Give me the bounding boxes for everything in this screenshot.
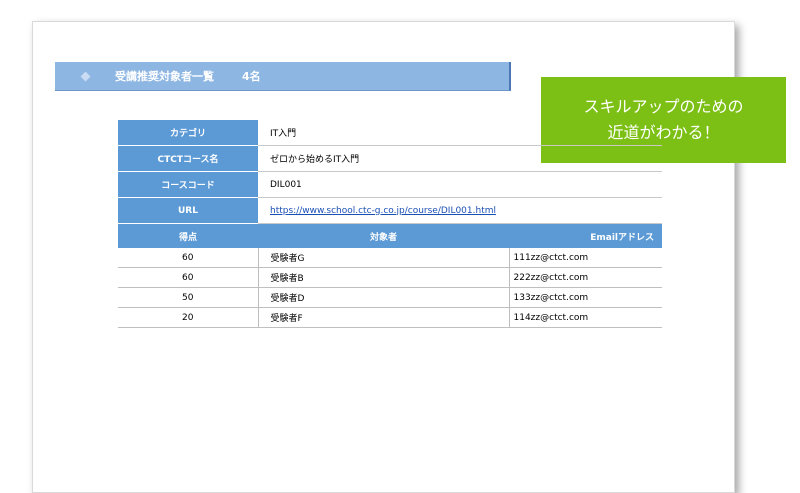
info-row-course-code: コースコード DIL001 (118, 171, 662, 198)
course-table: カテゴリ IT入門 CTCTコース名 ゼロから始めるIT入門 コースコード DI… (118, 120, 662, 328)
diamond-icon (80, 71, 91, 81)
table-row: 60 受験者G 111zz@ctct.com (118, 248, 662, 268)
name-cell: 受験者G (257, 248, 509, 268)
score-cell: 20 (118, 307, 258, 328)
email-cell: 114zz@ctct.com (508, 307, 662, 328)
banner-title: 受講推奨対象者一覧 (115, 70, 214, 83)
course-url-link[interactable]: https://www.school.ctc-g.co.jp/course/DI… (270, 206, 496, 216)
banner-count: 4名 (242, 70, 261, 83)
column-header-score: 得点 (118, 223, 258, 248)
table-header: 得点 対象者 Emailアドレス (118, 223, 662, 248)
info-label: コースコード (118, 171, 258, 198)
info-value: DIL001 (258, 171, 662, 198)
info-label: URL (118, 197, 258, 224)
column-header-email: Emailアドレス (509, 223, 662, 248)
info-row-course-name: CTCTコース名 ゼロから始めるIT入門 (118, 145, 662, 172)
table-row: 50 受験者D 133zz@ctct.com (118, 287, 662, 308)
info-label: カテゴリ (118, 120, 258, 146)
info-value: ゼロから始めるIT入門 (258, 145, 662, 172)
score-cell: 50 (118, 287, 258, 308)
info-value: https://www.school.ctc-g.co.jp/course/DI… (258, 197, 662, 224)
score-cell: 60 (118, 267, 258, 288)
section-banner: 受講推奨対象者一覧 4名 (55, 62, 511, 91)
name-cell: 受験者F (257, 307, 509, 328)
score-cell: 60 (118, 248, 258, 268)
email-cell: 133zz@ctct.com (508, 287, 662, 308)
info-label: CTCTコース名 (118, 145, 258, 172)
column-header-name: 対象者 (258, 223, 509, 248)
callout-line-1: スキルアップのための (583, 97, 744, 116)
info-row-url: URL https://www.school.ctc-g.co.jp/cours… (118, 197, 662, 224)
name-cell: 受験者D (257, 287, 509, 308)
table-row: 20 受験者F 114zz@ctct.com (118, 307, 662, 328)
name-cell: 受験者B (257, 267, 509, 288)
info-value: IT入門 (258, 120, 662, 146)
email-cell: 111zz@ctct.com (508, 248, 662, 268)
table-row: 60 受験者B 222zz@ctct.com (118, 267, 662, 288)
email-cell: 222zz@ctct.com (508, 267, 662, 288)
info-row-category: カテゴリ IT入門 (118, 120, 662, 146)
